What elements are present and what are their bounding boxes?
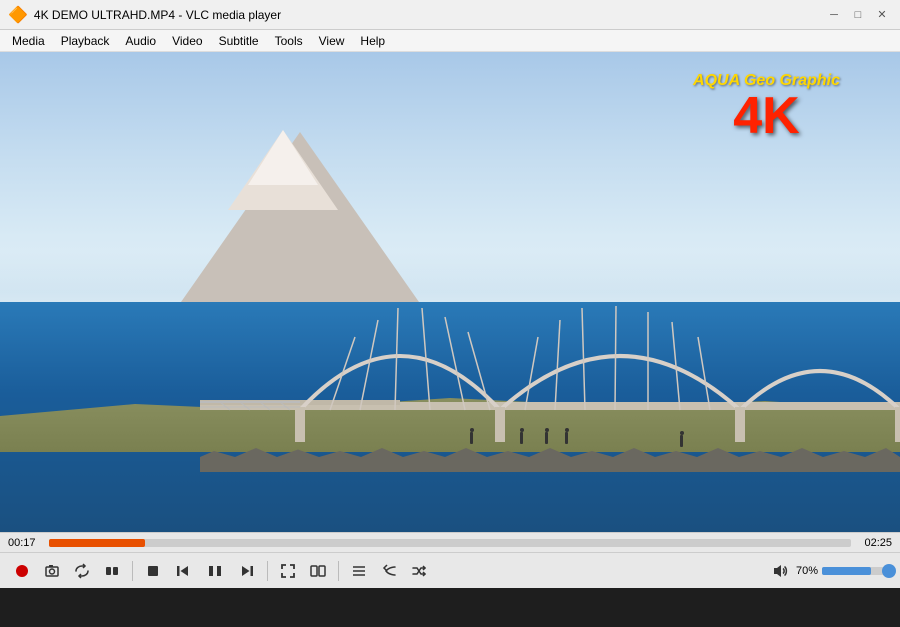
title-left: 🔶 4K DEMO ULTRAHD.MP4 - VLC media player xyxy=(8,5,281,25)
menu-bar: Media Playback Audio Video Subtitle Tool… xyxy=(0,30,900,52)
volume-area: 70% xyxy=(768,559,892,583)
fullscreen-button[interactable] xyxy=(274,557,302,585)
menu-help[interactable]: Help xyxy=(352,30,393,51)
controls-bar: 70% xyxy=(0,552,900,588)
play-pause-button[interactable] xyxy=(199,555,231,587)
video-area[interactable]: AQUA Geo Graphic 4K xyxy=(0,52,900,532)
person-5 xyxy=(680,435,683,447)
volume-icon xyxy=(772,563,788,579)
stop-button[interactable] xyxy=(139,557,167,585)
maximize-button[interactable]: □ xyxy=(848,5,868,25)
frame-icon xyxy=(104,563,120,579)
screenshot-icon xyxy=(44,563,60,579)
vlc-logo: 🔶 xyxy=(8,5,28,25)
separator-3 xyxy=(338,561,339,581)
progress-area: 00:17 02:25 xyxy=(0,532,900,552)
minimize-button[interactable]: ─ xyxy=(824,5,844,25)
next-icon xyxy=(239,563,255,579)
progress-track[interactable] xyxy=(49,539,851,547)
volume-button[interactable] xyxy=(768,559,792,583)
person-3 xyxy=(545,432,548,444)
mountain-snow-cap xyxy=(248,130,318,185)
playlist-button[interactable] xyxy=(345,557,373,585)
total-time: 02:25 xyxy=(857,537,892,549)
extended-settings-button[interactable] xyxy=(304,557,332,585)
screenshot-button[interactable] xyxy=(38,557,66,585)
rewind-icon xyxy=(381,563,397,579)
extended-icon xyxy=(310,563,326,579)
close-button[interactable]: ✕ xyxy=(872,5,892,25)
four-k-text: 4K xyxy=(693,90,840,142)
progress-fill xyxy=(49,539,145,547)
menu-subtitle[interactable]: Subtitle xyxy=(211,30,267,51)
separator-2 xyxy=(267,561,268,581)
menu-tools[interactable]: Tools xyxy=(267,30,311,51)
prev-icon xyxy=(175,563,191,579)
volume-label: 70% xyxy=(796,565,818,577)
title-bar: 🔶 4K DEMO ULTRAHD.MP4 - VLC media player… xyxy=(0,0,900,30)
volume-track[interactable] xyxy=(822,567,892,575)
person-1 xyxy=(470,432,473,444)
window-controls: ─ □ ✕ xyxy=(824,5,892,25)
loop-icon xyxy=(74,563,90,579)
next-button[interactable] xyxy=(233,557,261,585)
menu-audio[interactable]: Audio xyxy=(117,30,164,51)
stop-icon xyxy=(145,563,161,579)
menu-video[interactable]: Video xyxy=(164,30,210,51)
loop-button[interactable] xyxy=(68,557,96,585)
record-icon xyxy=(14,563,30,579)
menu-playback[interactable]: Playback xyxy=(53,30,118,51)
volume-handle[interactable] xyxy=(882,564,896,578)
shuffle-button[interactable] xyxy=(405,557,433,585)
fullscreen-icon xyxy=(280,563,296,579)
play-pause-icon xyxy=(207,563,223,579)
window-title: 4K DEMO ULTRAHD.MP4 - VLC media player xyxy=(34,8,281,22)
menu-view[interactable]: View xyxy=(311,30,353,51)
shuffle-icon xyxy=(411,563,427,579)
record-button[interactable] xyxy=(8,557,36,585)
frame-by-frame-button[interactable] xyxy=(98,557,126,585)
person-2 xyxy=(520,432,523,444)
separator-1 xyxy=(132,561,133,581)
playlist-icon xyxy=(351,563,367,579)
rewind-button[interactable] xyxy=(375,557,403,585)
bridge xyxy=(200,282,900,442)
overlay-text: AQUA Geo Graphic 4K xyxy=(693,72,840,142)
person-4 xyxy=(565,432,568,444)
volume-fill xyxy=(822,567,871,575)
menu-media[interactable]: Media xyxy=(4,30,53,51)
current-time: 00:17 xyxy=(8,537,43,549)
prev-button[interactable] xyxy=(169,557,197,585)
